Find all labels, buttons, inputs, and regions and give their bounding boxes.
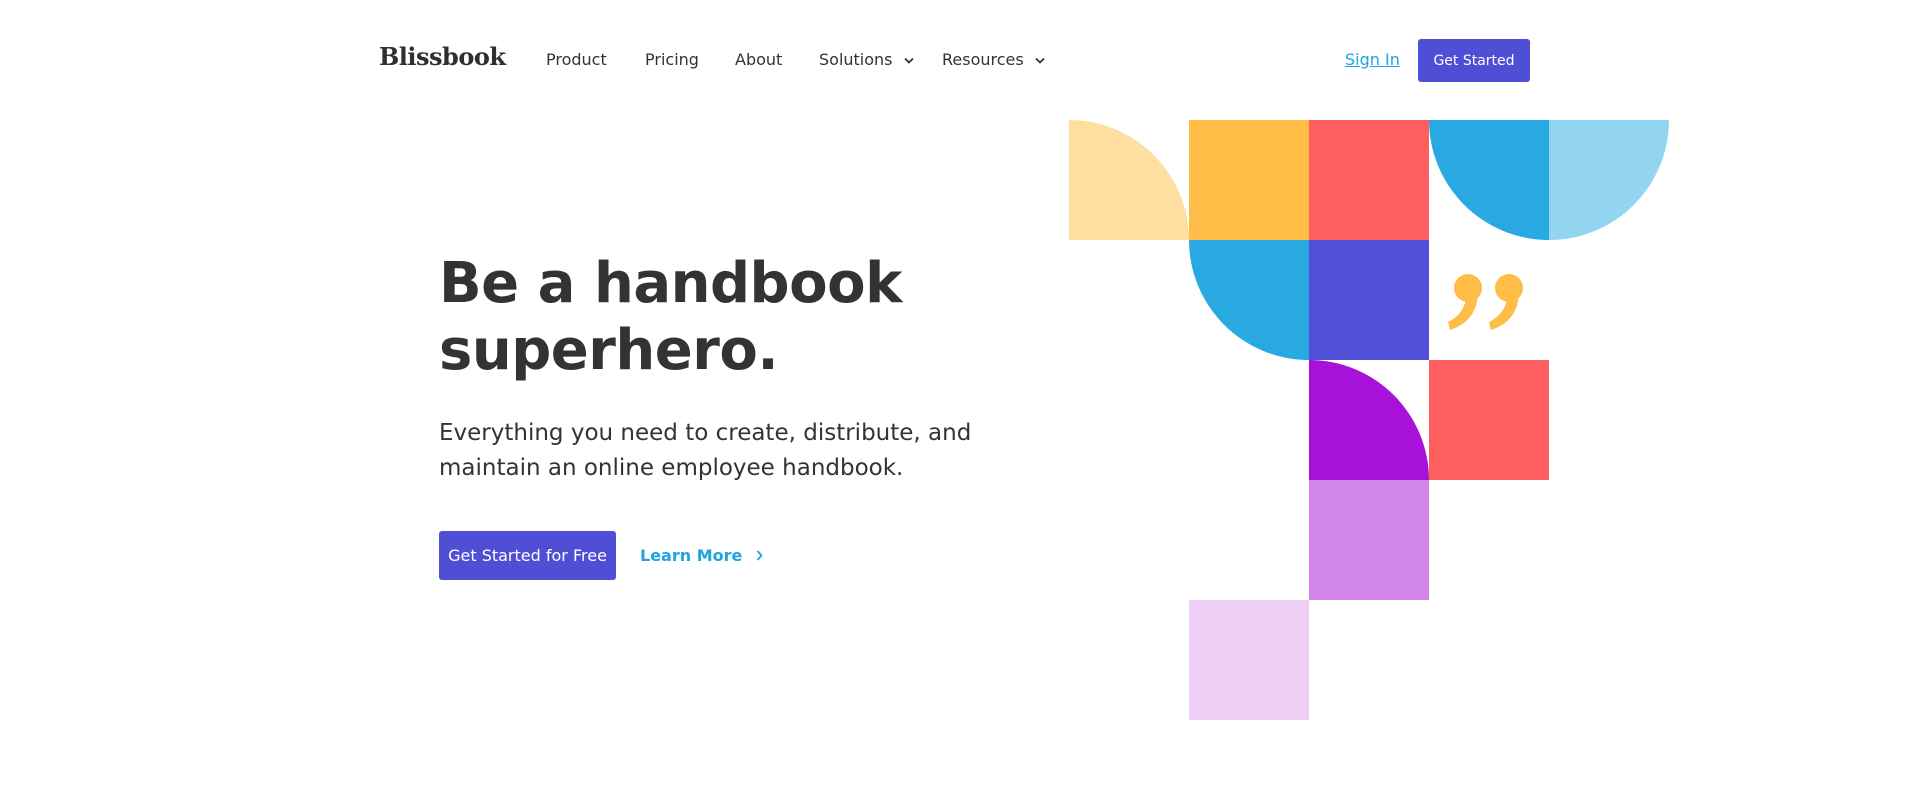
quarter-circle-shape [1309,360,1429,480]
quarter-circle-shape [1189,240,1309,360]
quarter-circle-shape [1429,120,1549,240]
square-shape [1429,360,1549,480]
square-shape [1309,120,1429,240]
quarter-circle-shape [1069,120,1189,240]
closing-quote-icon [1448,274,1523,330]
square-shape [1309,240,1429,360]
quarter-circle-shape [1549,120,1669,240]
hero-illustration [1069,120,1669,720]
square-shape [1189,600,1309,720]
square-shape [1309,480,1429,600]
square-shape [1189,120,1309,240]
